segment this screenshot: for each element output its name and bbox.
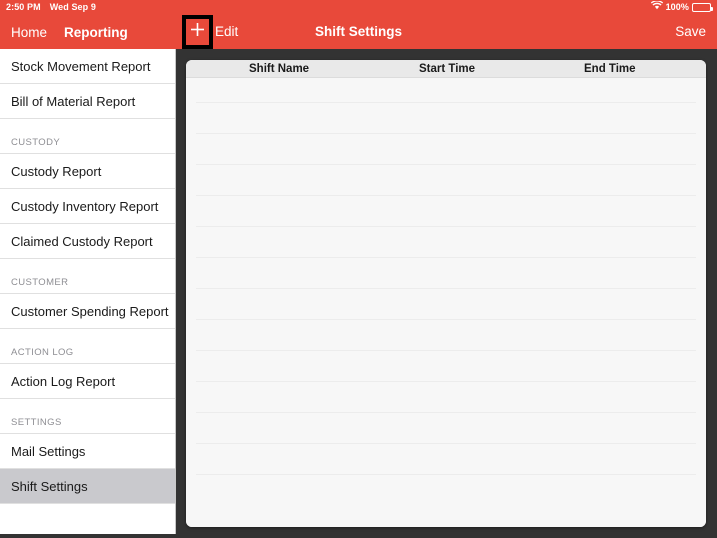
nav-bar-left-group: Home Reporting [11,15,128,49]
battery-percentage: 100% [665,2,689,12]
navigation-bar: Home Reporting Shift Settings Edit Save [0,15,717,49]
table-row[interactable] [196,351,696,382]
sidebar-item-action-log-report[interactable]: Action Log Report [0,364,175,399]
table-row[interactable] [196,103,696,134]
table-row[interactable] [196,134,696,165]
sidebar-section-label: SETTINGS [11,417,62,428]
status-time: 2:50 PM [6,2,41,12]
sidebar-item-label: Stock Movement Report [11,58,151,74]
table-row[interactable] [196,227,696,258]
sidebar-item-label: Claimed Custody Report [11,233,153,249]
sidebar-section-settings: SETTINGS [0,399,175,434]
sidebar-item-label: Shift Settings [11,478,88,494]
sidebar-section-action-log: ACTION LOG [0,329,175,364]
sidebar-item-label: Mail Settings [11,443,86,459]
wifi-icon [650,0,663,15]
sidebar-item-label: Customer Spending Report [11,303,169,319]
back-to-home-button[interactable]: Home [11,25,47,40]
table-row[interactable] [196,413,696,444]
table-body[interactable] [186,78,706,527]
sidebar-item-claimed-custody-report[interactable]: Claimed Custody Report [0,224,175,259]
table-row[interactable] [196,444,696,475]
sidebar-item-custody-inventory-report[interactable]: Custody Inventory Report [0,189,175,224]
sidebar-item-shift-settings[interactable]: Shift Settings [0,469,175,504]
column-header-shift-name: Shift Name [249,63,310,75]
detail-pane: Shift Name Start Time End Time [176,49,717,538]
sidebar-section-label: CUSTOMER [11,277,69,288]
sidebar-menu[interactable]: Stock Movement Report Bill of Material R… [0,49,176,534]
column-header-start-time: Start Time [419,63,476,75]
sidebar-section-customer: CUSTOMER [0,259,175,294]
sidebar-item-label: Action Log Report [11,373,116,389]
sidebar-section-label: CUSTODY [11,137,61,148]
sidebar-empty-space [0,504,175,530]
sidebar-item-label: Custody Inventory Report [11,198,159,214]
sidebar-item-label: Bill of Material Report [11,93,136,109]
sidebar-item-custody-report[interactable]: Custody Report [0,154,175,189]
status-bar: 2:50 PM Wed Sep 9 100% [0,0,717,15]
plus-icon [190,22,205,42]
save-button[interactable]: Save [675,15,706,49]
ipad-screen: 2:50 PM Wed Sep 9 100% Home Reporting Shi… [0,0,717,538]
table-row[interactable] [196,165,696,196]
battery-full-icon [692,3,713,12]
edit-button[interactable]: Edit [215,15,238,49]
sidebar-item-bill-of-material-report[interactable]: Bill of Material Report [0,84,175,119]
table-row[interactable] [196,196,696,227]
status-bar-right: 100% [650,0,713,15]
sidebar-section-custody: CUSTODY [0,119,175,154]
sidebar-item-customer-spending-report[interactable]: Customer Spending Report [0,294,175,329]
table-row[interactable] [196,475,696,506]
table-row[interactable] [196,78,696,103]
table-row[interactable] [196,382,696,413]
table-row[interactable] [196,258,696,289]
table-row[interactable] [196,289,696,320]
sidebar-item-label: Custody Report [11,163,102,179]
sidebar-item-mail-settings[interactable]: Mail Settings [0,434,175,469]
sidebar-item-stock-movement-report[interactable]: Stock Movement Report [0,49,175,84]
sidebar-section-label: ACTION LOG [11,347,74,358]
shift-settings-table-panel: Shift Name Start Time End Time [186,60,706,527]
table-header-row: Shift Name Start Time End Time [186,60,706,78]
reporting-breadcrumb[interactable]: Reporting [64,25,128,40]
column-header-end-time: End Time [584,63,636,75]
add-shift-button[interactable] [182,15,213,49]
table-row[interactable] [196,320,696,351]
status-bar-left: 2:50 PM Wed Sep 9 [6,0,96,15]
status-date: Wed Sep 9 [49,2,96,12]
